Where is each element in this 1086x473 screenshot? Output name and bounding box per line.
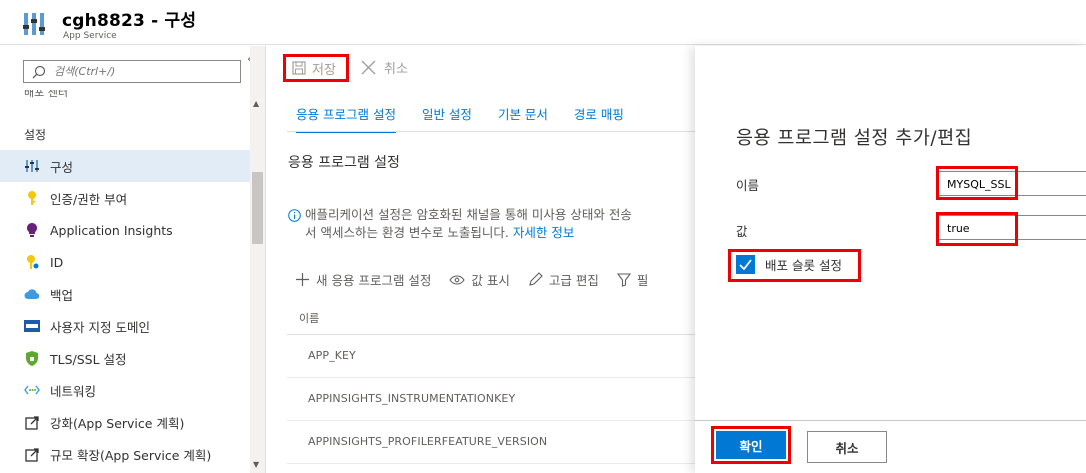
sidebar-item-label: 규모 확장(App Service 계획) (50, 447, 212, 463)
sidebar-item-auth[interactable]: 인증/권한 부여 (0, 182, 250, 214)
save-icon (292, 61, 306, 75)
main-content: 저장 취소 응용 프로그램 설정 일반 설정 기본 문서 경로 매핑 응용 프로… (267, 46, 695, 473)
sidebar-scrollbar[interactable]: ▲ ▼ (250, 46, 265, 473)
plus-icon (296, 273, 309, 286)
sidebar-item-scale-out[interactable]: 규모 확장(App Service 계획) (0, 438, 250, 470)
sidebar-item-label: ID (50, 254, 64, 270)
command-bar: 새 응용 프로그램 설정 값 표시 고급 편집 필 (295, 270, 666, 289)
page-subtitle: App Service (63, 31, 117, 41)
panel-title: 응용 프로그램 설정 추가/편집 (736, 128, 973, 149)
show-values-button[interactable]: 값 표시 (449, 270, 510, 289)
sidebar-item-label: Application Insights (50, 222, 173, 238)
sidebar-item-label: 구성 (50, 159, 74, 175)
search-box[interactable] (23, 60, 241, 83)
sidebar-item-label: 네트워킹 (50, 383, 97, 399)
setting-name-cell: APPINSIGHTS_PROFILERFEATURE_VERSION (308, 435, 548, 448)
eye-icon (449, 274, 466, 285)
shield-icon (24, 350, 40, 366)
sidebar-item-custom-domain[interactable]: 사용자 지정 도메인 (0, 310, 250, 342)
search-icon (32, 65, 46, 79)
name-label: 이름 (736, 178, 760, 193)
new-setting-button[interactable]: 새 응용 프로그램 설정 (295, 270, 431, 289)
identity-key-icon (24, 254, 40, 270)
filter-label: 필 (636, 273, 649, 288)
sidebar-item-label: 사용자 지정 도메인 (50, 319, 150, 335)
sidebar-item-label: 인증/권한 부여 (50, 191, 128, 207)
save-button-label: 저장 (312, 62, 336, 78)
info-text-line2: 서 액세스하는 환경 변수로 노출됩니다. (305, 225, 509, 240)
discard-button[interactable]: 취소 (361, 58, 408, 77)
advanced-edit-button[interactable]: 고급 편집 (528, 270, 599, 289)
sidebar-item-networking[interactable]: 네트워킹 (0, 374, 250, 406)
sidebar-item-backup[interactable]: 백업 (0, 278, 250, 310)
scroll-down-arrow-icon[interactable]: ▼ (253, 460, 259, 469)
discard-button-label: 취소 (384, 62, 408, 77)
scroll-up-arrow-icon[interactable]: ▲ (253, 99, 259, 108)
section-label-settings: 설정 (24, 128, 47, 142)
add-edit-setting-panel: 응용 프로그램 설정 추가/편집 이름 값 배포 슬롯 설정 확인 취소 (695, 46, 1086, 473)
app-service-config-icon (23, 13, 45, 35)
key-icon (24, 190, 40, 206)
scale-up-icon (24, 414, 40, 430)
save-button[interactable]: 저장 (283, 54, 349, 82)
tab-general-settings[interactable]: 일반 설정 (422, 104, 472, 133)
section-heading: 응용 프로그램 설정 (288, 155, 400, 171)
config-sliders-icon (24, 158, 40, 174)
new-setting-label: 새 응용 프로그램 설정 (316, 273, 432, 288)
pencil-icon (529, 272, 543, 286)
sidebar-item-application-insights[interactable]: Application Insights (0, 214, 250, 246)
sidebar-item-label: TLS/SSL 설정 (50, 351, 127, 367)
highlight-box-name (936, 166, 1018, 200)
table-row[interactable]: APP_KEY (287, 335, 695, 378)
table-row[interactable]: APPINSIGHTS_PROFILERFEATURE_VERSION (287, 421, 695, 464)
sidebar-item-label: 강화(App Service 계획) (50, 415, 185, 431)
lightbulb-icon (24, 222, 40, 238)
tab-app-settings[interactable]: 응용 프로그램 설정 (296, 104, 396, 133)
tab-path-mappings[interactable]: 경로 매핑 (574, 104, 624, 133)
www-domain-icon (24, 318, 40, 334)
search-input[interactable] (54, 63, 234, 80)
network-icon (24, 382, 40, 398)
setting-name-cell: APP_KEY (308, 349, 356, 362)
tab-divider (287, 131, 695, 132)
highlight-box-ok (711, 426, 791, 464)
panel-footer-divider (695, 420, 1086, 421)
column-header-name[interactable]: 이름 (299, 310, 319, 326)
scrollbar-thumb[interactable] (252, 172, 263, 244)
info-icon (288, 209, 301, 222)
filter-button[interactable]: 필 (616, 270, 649, 289)
learn-more-link[interactable]: 자세한 정보 (513, 225, 574, 240)
sidebar-item-deployment-center[interactable]: 배포 센터 (24, 90, 68, 102)
sidebar: « 배포 센터 설정 구성 인증/권한 부여 Application Insig… (0, 46, 266, 473)
cancel-button[interactable]: 취소 (807, 431, 887, 463)
tab-default-documents[interactable]: 기본 문서 (498, 104, 548, 133)
close-icon (361, 60, 376, 75)
tab-strip: 응용 프로그램 설정 일반 설정 기본 문서 경로 매핑 (296, 104, 650, 133)
sidebar-item-scale-up[interactable]: 강화(App Service 계획) (0, 406, 250, 438)
sidebar-item-tls-ssl[interactable]: TLS/SSL 설정 (0, 342, 250, 374)
sidebar-item-label: 배포 센터 (24, 90, 68, 99)
filter-icon (616, 272, 631, 287)
sidebar-item-identity[interactable]: ID (0, 246, 250, 278)
info-message: 애플리케이션 설정은 암호화된 채널을 통해 미사용 상태와 전송 서 액세스하… (288, 206, 693, 242)
advanced-edit-label: 고급 편집 (548, 273, 599, 288)
show-values-label: 값 표시 (471, 273, 510, 288)
highlight-box-slot-setting (728, 249, 861, 282)
info-text-line1: 애플리케이션 설정은 암호화된 채널을 통해 미사용 상태와 전송 (305, 207, 632, 222)
page-title: cgh8823 - 구성 (62, 11, 197, 31)
cloud-backup-icon (24, 286, 40, 302)
page-header: cgh8823 - 구성 App Service (0, 0, 1086, 45)
highlight-box-value (936, 212, 1018, 246)
table-row[interactable]: APPINSIGHTS_INSTRUMENTATIONKEY (287, 378, 695, 421)
setting-name-cell: APPINSIGHTS_INSTRUMENTATIONKEY (308, 392, 516, 405)
value-label: 값 (736, 224, 748, 239)
sidebar-item-label: 백업 (50, 287, 74, 303)
sidebar-item-configuration[interactable]: 구성 (0, 150, 250, 182)
scale-out-icon (24, 446, 40, 462)
